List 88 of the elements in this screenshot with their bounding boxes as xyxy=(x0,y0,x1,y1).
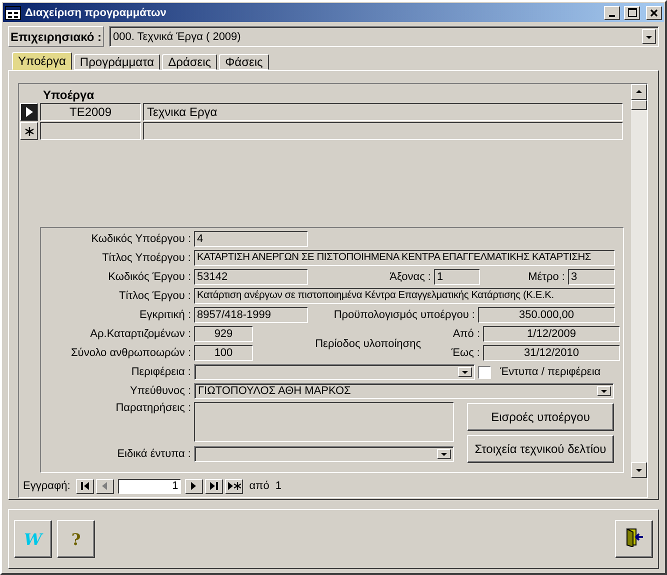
window-title: Διαχείριση προγραμμάτων xyxy=(25,6,168,18)
text-field[interactable]: 1/12/2009 xyxy=(483,326,620,342)
record-number-field[interactable]: 1 xyxy=(118,478,182,494)
text-field[interactable]: Κατάρτιση ανέργων σε πιστοποιημένα Κέντρα Επαγγελματικής Κατάρτισης (Κ.Ε.Κ. xyxy=(194,288,615,304)
manager-combo[interactable]: ΓΙΩΤΟΠΟΥΛΟΣ ΑΘΗ ΜΑΡΚΟΣ xyxy=(194,383,614,399)
scroll-thumb[interactable] xyxy=(631,100,647,110)
field-label: Εγκριτική : xyxy=(138,309,192,321)
tab[interactable]: Προγράμματα xyxy=(74,54,160,70)
region-combo[interactable] xyxy=(194,364,475,380)
record-label: Εγγραφή: xyxy=(23,480,70,492)
caret-icon xyxy=(600,387,608,395)
field-label: Άξονας : xyxy=(388,271,432,283)
field-label: Έως : xyxy=(450,347,481,359)
caret-icon xyxy=(461,368,469,376)
caret-icon xyxy=(440,450,448,458)
special-forms-combo[interactable] xyxy=(194,446,454,462)
record-selector[interactable] xyxy=(20,103,38,121)
field-label: Από : xyxy=(452,328,481,340)
help-button[interactable]: ? xyxy=(57,520,95,558)
field-label: Ειδικά έντυπα : xyxy=(116,448,192,460)
text-field[interactable]: 1 xyxy=(434,269,480,285)
dropdown-icon[interactable] xyxy=(597,386,611,396)
checkbox[interactable] xyxy=(478,366,491,378)
field-label: Αρ.Καταρτιζομένων : xyxy=(89,328,192,340)
close-icon xyxy=(650,8,658,16)
field-label: Κωδικός Έργου : xyxy=(107,271,192,283)
field-label: Περιφέρεια : xyxy=(130,366,192,378)
close-button[interactable] xyxy=(646,6,662,20)
tab[interactable]: Δράσεις xyxy=(162,54,218,70)
last-record-button[interactable] xyxy=(205,478,224,494)
text-field[interactable]: 53142 xyxy=(194,269,308,285)
caret-icon xyxy=(635,88,643,96)
scroll-down-button[interactable] xyxy=(631,462,647,478)
program-combo[interactable]: 000. Τεχνικά Έργα ( 2009) xyxy=(109,26,659,47)
tab[interactable]: Υποέργα xyxy=(12,52,72,70)
maximize-icon xyxy=(628,8,636,17)
action-button[interactable]: Στοιχεία τεχνικού δελτίου xyxy=(467,435,614,463)
field-label: Παρατηρήσεις : xyxy=(114,402,192,414)
text-field[interactable]: ΚΑΤΑΡΤΙΣΗ ΑΝΕΡΓΩΝ ΣΕ ΠΙΣΤΟΠΟΙΗΜΕΝΑ ΚΕΝΤΡΑ ΕΠΑΓΓΕΛΜΑΤΙΚΗΣ ΚΑΤΑΡΤΙΣΗΣ xyxy=(194,250,615,266)
text-field[interactable]: 31/12/2010 xyxy=(483,345,620,361)
text-field[interactable]: 4 xyxy=(194,231,308,247)
table-cell: TE2009 xyxy=(40,103,141,121)
field-label: Σύνολο ανθρωποωρών : xyxy=(70,347,192,359)
dropdown-icon[interactable] xyxy=(642,29,656,44)
last-icon xyxy=(210,482,219,490)
first-record-button[interactable] xyxy=(76,478,94,494)
record-of-label: από xyxy=(249,480,270,492)
field-label: Περίοδος υλοποίησης xyxy=(315,338,421,350)
first-icon xyxy=(80,482,90,490)
maximize-button[interactable] xyxy=(624,6,640,20)
asterisk-icon xyxy=(24,126,34,136)
checkbox-label: Έντυπα / περιφέρεια xyxy=(500,366,601,378)
previous-record-button[interactable] xyxy=(96,478,114,494)
notes-field[interactable] xyxy=(194,402,454,442)
table-cell: Τεχνικα Εργα xyxy=(143,103,623,121)
previous-icon xyxy=(102,482,108,490)
exit-door-icon xyxy=(624,527,644,547)
field-label: Κωδικός Υποέργου : xyxy=(90,233,192,245)
field-label: Προϋπολογισμός υποέργου : xyxy=(332,309,476,321)
field-label: Μέτρο : xyxy=(527,271,566,283)
exit-button[interactable] xyxy=(615,520,653,558)
scroll-up-button[interactable] xyxy=(631,84,647,100)
record-count: 1 xyxy=(275,480,282,492)
text-field[interactable]: 8957/418-1999 xyxy=(194,307,308,323)
column-header: Υποέργα xyxy=(43,89,96,102)
action-button[interactable]: Εισροές υποέργου xyxy=(467,403,614,431)
new-record-icon xyxy=(228,482,241,490)
scrollbar[interactable] xyxy=(631,84,647,478)
new-record-button[interactable] xyxy=(225,478,244,494)
tab[interactable]: Φάσεις xyxy=(219,54,269,70)
field-label: Τίτλος Υποέργου : xyxy=(101,252,192,264)
text-field[interactable]: 100 xyxy=(194,345,253,361)
dropdown-icon[interactable] xyxy=(437,449,451,459)
new-record-selector[interactable] xyxy=(20,122,38,140)
next-icon xyxy=(191,482,198,490)
field-label: Τίτλος Έργου : xyxy=(118,290,192,302)
text-field[interactable]: 3 xyxy=(568,269,615,285)
dropdown-icon[interactable] xyxy=(458,367,472,377)
caret-icon xyxy=(635,466,643,474)
minimize-icon xyxy=(609,14,615,16)
triangle-icon xyxy=(25,107,33,117)
text-field[interactable]: 350.000,00 xyxy=(478,307,615,323)
text-field[interactable]: 929 xyxy=(194,326,253,342)
minimize-button[interactable] xyxy=(604,6,620,20)
next-record-button[interactable] xyxy=(185,478,204,494)
field-label: Υπεύθυνος : xyxy=(128,385,192,397)
form-icon xyxy=(5,6,21,20)
program-label: Επιχειρησιακό : xyxy=(8,26,104,47)
